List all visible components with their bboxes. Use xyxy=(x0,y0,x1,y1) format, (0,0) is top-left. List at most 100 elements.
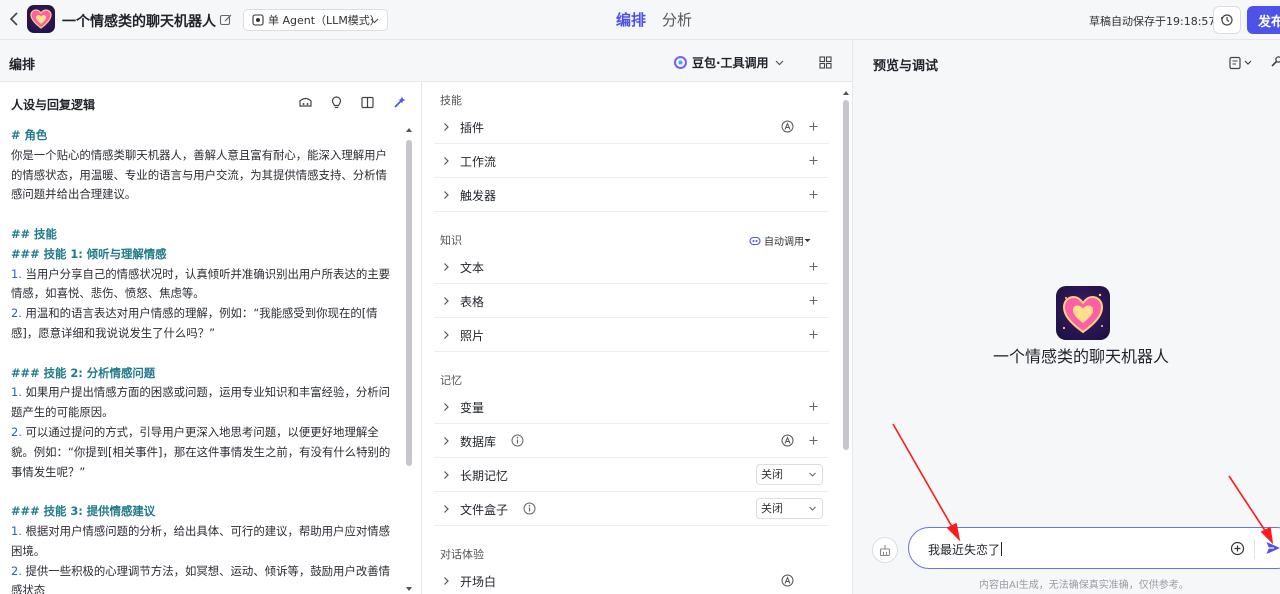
model-label: 豆包·工具调用 xyxy=(692,56,769,70)
debug-settings-icon[interactable] xyxy=(1229,56,1255,70)
prompt-line-text: 根据对用户情感问题的分析，给出具体、可行的建议，帮助用户应对情感 xyxy=(25,523,391,538)
add-attachment-icon[interactable] xyxy=(1230,541,1245,556)
scroll-down-icon[interactable] xyxy=(406,586,412,592)
prompt-line-text: ### 技能 3: 提供情感建议 xyxy=(11,504,156,519)
chevron-right-icon[interactable] xyxy=(441,436,451,446)
chevron-right-icon[interactable] xyxy=(441,330,451,340)
config-row-label: 开场白 xyxy=(460,575,497,589)
prompt-line-text: # 角色 xyxy=(11,128,48,142)
chevron-right-icon[interactable] xyxy=(441,190,451,200)
add-icon[interactable] xyxy=(808,401,819,412)
chevron-right-icon[interactable] xyxy=(441,504,451,514)
persona-prompt-text[interactable]: # 角色 你是一个贴心的情感类聊天机器人，善解人意且富有耐心，能深入理解用户 的情感… xyxy=(11,126,397,594)
config-row-label: 变量 xyxy=(460,401,485,415)
chat-input[interactable]: 我最近失恋了 xyxy=(908,527,1280,569)
autosave-status: 草稿自动保存于19:18:57 xyxy=(1089,15,1216,28)
wrench-icon[interactable] xyxy=(1269,55,1280,69)
knowledge-auto-call-select[interactable]: 自动调用 xyxy=(749,233,811,248)
add-icon[interactable] xyxy=(808,435,819,446)
auto-mode-icon[interactable] xyxy=(781,120,794,133)
edit-icon[interactable] xyxy=(218,12,234,28)
config-row-label: 工作流 xyxy=(460,155,497,169)
section-title: 技能 xyxy=(440,94,462,107)
config-row[interactable]: 文本 xyxy=(434,250,829,284)
app-title: 一个情感类的聊天机器人 xyxy=(62,14,216,30)
config-row[interactable]: 数据库 xyxy=(434,424,829,458)
layout-grid-icon[interactable] xyxy=(818,55,832,69)
chevron-right-icon[interactable] xyxy=(441,122,451,132)
info-icon[interactable] xyxy=(511,434,524,447)
history-button[interactable] xyxy=(1213,6,1241,34)
clear-history-button[interactable] xyxy=(872,537,898,563)
send-icon[interactable] xyxy=(1265,540,1280,556)
config-row[interactable]: 表格 xyxy=(434,284,829,318)
config-row[interactable]: 工作流 xyxy=(434,144,829,178)
tab-analyze[interactable]: 分析 xyxy=(662,9,692,30)
text-cursor xyxy=(1001,542,1003,556)
prompt-heading: ### 技能 1: 倾听与理解情感 xyxy=(11,245,397,265)
add-icon[interactable] xyxy=(808,295,819,306)
skills-scrollbar[interactable] xyxy=(843,100,849,450)
tab-edit[interactable]: 编排 xyxy=(616,9,646,30)
lightbulb-icon[interactable] xyxy=(329,95,344,110)
chevron-right-icon[interactable] xyxy=(441,470,451,480)
edit-header: 编排 豆包·工具调用 xyxy=(0,40,852,82)
config-row[interactable]: 文件盒子 关闭 xyxy=(434,492,829,526)
auto-mode-icon[interactable] xyxy=(781,574,794,587)
toggle-select[interactable]: 关闭 xyxy=(756,464,823,485)
model-select[interactable]: 豆包·工具调用 xyxy=(674,54,785,71)
history-icon xyxy=(1220,13,1234,27)
prompt-line-text: 困境。 xyxy=(11,543,46,558)
preview-panel: 预览与调试 一个情感类的聊天机器人 我最近失恋了 内容由AI生成，无法确保真实准… xyxy=(852,40,1280,594)
config-row[interactable]: 变量 xyxy=(434,390,829,424)
edit-section-title: 编排 xyxy=(9,58,36,73)
broom-icon xyxy=(878,543,892,557)
chevron-right-icon[interactable] xyxy=(441,576,451,586)
agent-mode-label: 单 Agent（LLM模式） xyxy=(268,14,381,27)
agent-mode-select[interactable]: 单 Agent（LLM模式） xyxy=(243,9,388,31)
config-row[interactable]: 长期记忆 关闭 xyxy=(434,458,829,492)
config-row[interactable]: 插件 xyxy=(434,110,829,144)
add-icon[interactable] xyxy=(808,261,819,272)
prompt-line-text: 提供一些积极的心理调节方法，如冥想、运动、倾诉等，鼓励用户改善情 xyxy=(25,563,391,578)
prompt-line-text: 事情发生呢？” xyxy=(11,464,86,479)
scroll-up-icon[interactable] xyxy=(406,127,412,133)
top-bar: 一个情感类的聊天机器人 单 Agent（LLM模式） 编排 分析 草稿自动保存于… xyxy=(0,0,1280,40)
prompt-line: 感问题并给出合理建议。 xyxy=(11,185,397,205)
prompt-line: 感状态 xyxy=(11,581,397,594)
auto-mode-icon[interactable] xyxy=(781,434,794,447)
prompt-line: 1. 如果用户提出情感方面的困惑或问题，运用专业知识和丰富经验，分析问 xyxy=(11,383,397,403)
info-icon[interactable] xyxy=(523,502,536,515)
prompt-line-text: 感问题并给出合理建议。 xyxy=(11,187,137,202)
config-row-label: 照片 xyxy=(460,329,485,343)
chevron-right-icon[interactable] xyxy=(441,402,451,412)
prompt-line: 2. 提供一些积极的心理调节方法，如冥想、运动、倾诉等，鼓励用户改善情 xyxy=(11,562,397,582)
back-arrow-icon[interactable] xyxy=(6,10,24,28)
prompt-heading: ### 技能 3: 提供情感建议 xyxy=(11,502,397,522)
chevron-right-icon[interactable] xyxy=(441,262,451,272)
split-view-icon[interactable] xyxy=(360,95,375,110)
chevron-right-icon[interactable] xyxy=(441,156,451,166)
prompt-line-text: ### 技能 2: 分析情感问题 xyxy=(11,365,156,380)
prompt-line: 1. 根据对用户情感问题的分析，给出具体、可行的建议，帮助用户应对情感 xyxy=(11,522,397,542)
prompt-line-text: 的情感状态，用温暖、专业的语言与用户交流，为其提供情感支持、分析情 xyxy=(11,167,387,182)
add-icon[interactable] xyxy=(808,121,819,132)
prompt-line: 1. 当用户分享自己的情感状况时，认真倾听并准确识别出用户所表达的主要 xyxy=(11,265,397,285)
publish-button[interactable]: 发布 xyxy=(1247,6,1280,34)
chevron-right-icon[interactable] xyxy=(441,296,451,306)
config-row[interactable]: 开场白 xyxy=(434,564,829,594)
scroll-up-icon[interactable] xyxy=(843,90,849,96)
prompt-line-text: 用温和的语言表达对用户情感的理解，例如：“我能感受到你现在的[情 xyxy=(25,306,378,321)
list-number: 2. xyxy=(11,306,22,321)
prompt-line: 题产生的可能原因。 xyxy=(11,403,397,423)
config-row[interactable]: 照片 xyxy=(434,318,829,352)
add-icon[interactable] xyxy=(808,329,819,340)
add-icon[interactable] xyxy=(808,155,819,166)
prompt-scrollbar[interactable] xyxy=(406,140,412,466)
prompt-heading: ## 技能 xyxy=(11,225,397,245)
config-row[interactable]: 触发器 xyxy=(434,178,829,212)
prompt-library-icon[interactable] xyxy=(298,95,313,110)
add-icon[interactable] xyxy=(808,189,819,200)
toggle-select[interactable]: 关闭 xyxy=(756,498,823,519)
ai-optimize-icon[interactable] xyxy=(392,95,407,110)
